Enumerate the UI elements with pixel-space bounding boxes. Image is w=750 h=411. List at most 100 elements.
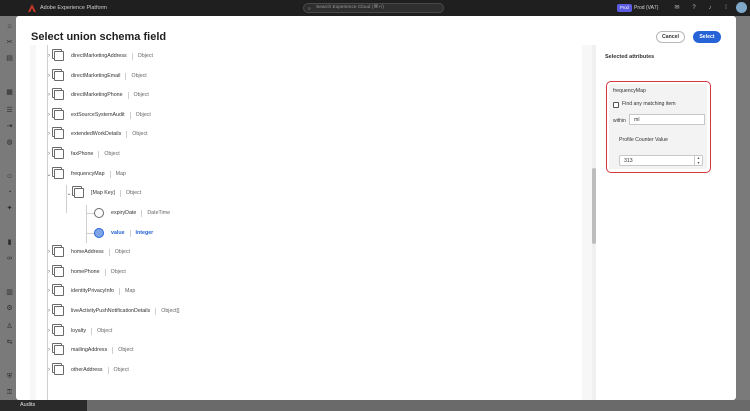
selected-attributes-heading: Selected attributes — [605, 54, 655, 60]
object-icon — [54, 247, 64, 257]
tree-row[interactable]: › directMarketingAddress Object — [46, 49, 153, 63]
nav-scissors-icon[interactable]: ✂ — [5, 38, 14, 47]
tree-row-selected[interactable]: value Integer — [92, 226, 153, 240]
notifications-icon[interactable]: ♪ — [705, 3, 715, 13]
field-type: Object — [137, 53, 153, 59]
chevron-right-icon[interactable]: › — [46, 328, 52, 334]
nav-building-icon[interactable]: ▥ — [5, 288, 14, 297]
chevron-down-icon[interactable]: ⌄ — [66, 190, 72, 197]
tree-row[interactable]: ⌄ [Map Key] Object — [66, 186, 141, 200]
tree-row[interactable]: › otherAddress Object — [46, 363, 129, 377]
tree-row[interactable]: › extSourceSystemAudit Object — [46, 108, 151, 122]
nav-link-icon[interactable]: ∞ — [5, 254, 14, 263]
field-type: Object — [133, 92, 149, 98]
within-input[interactable] — [629, 114, 705, 125]
field-name: frequencyMap — [71, 171, 105, 177]
tree-row[interactable]: › homePhone Object — [46, 265, 126, 279]
object-icon — [54, 149, 64, 159]
nav-settings-icon[interactable]: ⚙ — [5, 304, 14, 313]
schema-tree-panel: › directMarketingAddress Object › direct… — [30, 45, 594, 400]
nav-globe-icon[interactable]: ◍ — [5, 138, 14, 147]
tree-row[interactable]: › directMarketingPhone Object — [46, 88, 149, 102]
chevron-right-icon[interactable]: › — [46, 288, 52, 294]
nav-home-icon[interactable]: ⌂ — [5, 22, 14, 31]
divider — [98, 150, 100, 158]
number-stepper[interactable]: ▲ ▼ — [694, 156, 702, 165]
search-icon: ⌕ — [308, 6, 311, 12]
tree-scrollbar-thumb[interactable] — [592, 168, 596, 244]
field-type: Map — [124, 288, 136, 294]
chevron-right-icon[interactable]: › — [46, 53, 52, 59]
chevron-right-icon[interactable]: › — [46, 347, 52, 353]
find-any-checkbox[interactable] — [613, 102, 619, 108]
tree-row[interactable]: › identityPrivacyInfo Map — [46, 284, 135, 298]
field-type: Object — [135, 112, 151, 118]
bottom-nav-item-audits[interactable]: Audits — [20, 402, 35, 408]
chat-icon[interactable]: ✉ — [672, 3, 682, 13]
nav-list-icon[interactable]: ☰ — [5, 106, 14, 115]
app-title: Adobe Experience Platform — [40, 5, 107, 11]
user-avatar[interactable] — [736, 2, 747, 13]
field-type: Integer — [135, 230, 154, 236]
divider — [129, 111, 131, 119]
leaf-field-selected-icon — [94, 228, 104, 238]
global-search-input[interactable]: ⌕ Search Experience Cloud (⌘+/) — [303, 3, 444, 13]
tree-row[interactable]: › extendedWorkDetails Object — [46, 127, 148, 141]
chevron-right-icon[interactable]: › — [46, 308, 52, 314]
nav-person-icon[interactable]: ♙ — [5, 322, 14, 331]
tree-row[interactable]: › liveActivityPushNotificationDetails Ob… — [46, 304, 179, 318]
field-name: homePhone — [71, 269, 100, 275]
cancel-button[interactable]: Cancel — [656, 31, 685, 43]
selected-attribute-body: frequencyMap Find any matching item with… — [609, 84, 707, 169]
leaf-field-icon — [94, 208, 104, 218]
nav-transfer-icon[interactable]: ⇆ — [5, 338, 14, 347]
bottom-nav-item-bg — [0, 400, 87, 411]
tree-row[interactable]: › homeAddress Object — [46, 245, 130, 259]
nav-lock-icon[interactable]: ⚿ — [5, 388, 14, 397]
chevron-right-icon[interactable]: › — [46, 112, 52, 118]
divider — [91, 327, 93, 335]
tree-row[interactable]: ⌄ frequencyMap Map — [46, 167, 126, 181]
object-icon — [54, 365, 64, 375]
chevron-right-icon[interactable]: › — [46, 92, 52, 98]
divider — [109, 170, 111, 178]
tree-row[interactable]: expiryDate DateTime — [92, 206, 170, 220]
chevron-right-icon[interactable]: › — [46, 151, 52, 157]
nav-chart-icon[interactable]: ▮ — [5, 238, 14, 247]
field-type: Object — [114, 249, 130, 255]
object-icon — [54, 326, 64, 336]
map-icon — [54, 169, 64, 179]
dialog-title: Select union schema field — [31, 31, 167, 43]
tree-row[interactable]: › faxPhone Object — [46, 147, 120, 161]
nav-segments-icon[interactable]: ◔ — [5, 188, 14, 197]
tree-row[interactable]: › directMarketingEmail Object — [46, 69, 147, 83]
value-number-field[interactable]: 313 ▲ ▼ — [619, 155, 703, 166]
field-name: homeAddress — [71, 249, 104, 255]
chevron-right-icon[interactable]: › — [46, 249, 52, 255]
chevron-down-icon[interactable]: ⌄ — [46, 171, 52, 178]
nav-catalog-icon[interactable]: ▤ — [5, 54, 14, 63]
field-type: Map — [115, 171, 126, 177]
tree-row[interactable]: › loyalty Object — [46, 324, 112, 338]
chevron-right-icon[interactable]: › — [46, 131, 52, 137]
nav-login-icon[interactable]: ⇥ — [5, 122, 14, 131]
help-icon[interactable]: ? — [689, 3, 699, 13]
apps-grid-icon[interactable]: ⁞ — [721, 3, 731, 13]
tree-row[interactable]: › mailingAddress Object — [46, 343, 134, 357]
divider — [129, 229, 131, 237]
chevron-right-icon[interactable]: › — [46, 367, 52, 373]
divider — [131, 52, 133, 60]
nav-shield-icon[interactable]: ⛨ — [5, 372, 14, 381]
search-placeholder: Search Experience Cloud (⌘+/) — [316, 5, 384, 10]
nav-network-icon[interactable]: ✦ — [5, 204, 14, 213]
page-right-edge — [736, 16, 750, 400]
chevron-right-icon[interactable]: › — [46, 73, 52, 79]
environment-badge: Prod — [617, 4, 632, 12]
select-button[interactable]: Select — [693, 31, 721, 43]
nav-grid-icon[interactable]: ▦ — [5, 88, 14, 97]
field-name: liveActivityPushNotificationDetails — [71, 308, 151, 314]
divider — [141, 209, 143, 217]
nav-users-icon[interactable]: ☺ — [5, 172, 14, 181]
chevron-right-icon[interactable]: › — [46, 269, 52, 275]
sandbox-switcher[interactable]: Prod (VA7) — [634, 4, 658, 12]
